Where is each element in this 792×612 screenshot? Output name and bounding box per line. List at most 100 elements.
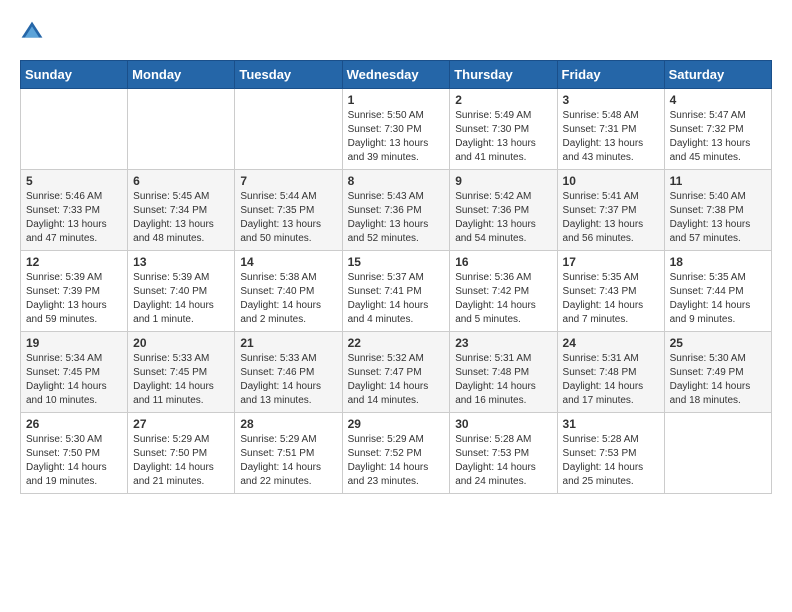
calendar-cell: 18 Sunrise: 5:35 AM Sunset: 7:44 PM Dayli… [664,251,771,332]
calendar-cell: 6 Sunrise: 5:45 AM Sunset: 7:34 PM Daylig… [128,170,235,251]
day-number: 19 [26,336,122,350]
day-info: Sunrise: 5:35 AM Sunset: 7:44 PM Dayligh… [670,271,766,327]
calendar-week-row: 26 Sunrise: 5:30 AM Sunset: 7:50 PM Dayli… [21,413,772,494]
day-number: 2 [455,93,551,107]
weekday-header: Thursday [450,61,557,89]
day-number: 1 [348,93,445,107]
day-info: Sunrise: 5:40 AM Sunset: 7:38 PM Dayligh… [670,190,766,246]
day-number: 27 [133,417,229,431]
day-info: Sunrise: 5:36 AM Sunset: 7:42 PM Dayligh… [455,271,551,327]
calendar-cell: 16 Sunrise: 5:36 AM Sunset: 7:42 PM Dayli… [450,251,557,332]
day-number: 26 [26,417,122,431]
calendar-cell: 11 Sunrise: 5:40 AM Sunset: 7:38 PM Dayli… [664,170,771,251]
day-info: Sunrise: 5:39 AM Sunset: 7:40 PM Dayligh… [133,271,229,327]
weekday-header: Friday [557,61,664,89]
weekday-header: Tuesday [235,61,342,89]
day-info: Sunrise: 5:37 AM Sunset: 7:41 PM Dayligh… [348,271,445,327]
day-info: Sunrise: 5:42 AM Sunset: 7:36 PM Dayligh… [455,190,551,246]
calendar-cell [664,413,771,494]
page-header [20,20,772,44]
calendar-week-row: 1 Sunrise: 5:50 AM Sunset: 7:30 PM Daylig… [21,89,772,170]
day-number: 29 [348,417,445,431]
calendar-cell [128,89,235,170]
calendar-week-row: 12Sunrise: 5:39 AM Sunset: 7:39 PM Dayli… [21,251,772,332]
calendar-cell: 7 Sunrise: 5:44 AM Sunset: 7:35 PM Daylig… [235,170,342,251]
calendar-cell: 5 Sunrise: 5:46 AM Sunset: 7:33 PM Daylig… [21,170,128,251]
calendar-cell: 3 Sunrise: 5:48 AM Sunset: 7:31 PM Daylig… [557,89,664,170]
day-number: 17 [563,255,659,269]
day-info: Sunrise: 5:29 AM Sunset: 7:51 PM Dayligh… [240,433,336,489]
logo-icon [20,20,44,44]
calendar-cell: 1 Sunrise: 5:50 AM Sunset: 7:30 PM Daylig… [342,89,450,170]
weekday-header: Wednesday [342,61,450,89]
day-number: 4 [670,93,766,107]
day-number: 7 [240,174,336,188]
day-info: Sunrise: 5:32 AM Sunset: 7:47 PM Dayligh… [348,352,445,408]
day-info: Sunrise: 5:45 AM Sunset: 7:34 PM Dayligh… [133,190,229,246]
calendar-cell: 10 Sunrise: 5:41 AM Sunset: 7:37 PM Dayli… [557,170,664,251]
day-info: Sunrise: 5:28 AM Sunset: 7:53 PM Dayligh… [563,433,659,489]
weekday-header: Monday [128,61,235,89]
day-info: Sunrise: 5:43 AM Sunset: 7:36 PM Dayligh… [348,190,445,246]
day-number: 18 [670,255,766,269]
day-number: 8 [348,174,445,188]
calendar-cell: 2 Sunrise: 5:49 AM Sunset: 7:30 PM Daylig… [450,89,557,170]
day-number: 24 [563,336,659,350]
calendar-cell: 24Sunrise: 5:31 AM Sunset: 7:48 PM Dayli… [557,332,664,413]
weekday-header: Sunday [21,61,128,89]
day-number: 13 [133,255,229,269]
day-number: 23 [455,336,551,350]
weekday-header: Saturday [664,61,771,89]
day-info: Sunrise: 5:31 AM Sunset: 7:48 PM Dayligh… [455,352,551,408]
day-info: Sunrise: 5:47 AM Sunset: 7:32 PM Dayligh… [670,109,766,165]
day-info: Sunrise: 5:30 AM Sunset: 7:50 PM Dayligh… [26,433,122,489]
day-number: 6 [133,174,229,188]
calendar-cell: 17 Sunrise: 5:35 AM Sunset: 7:43 PM Dayli… [557,251,664,332]
day-number: 10 [563,174,659,188]
day-number: 3 [563,93,659,107]
day-number: 25 [670,336,766,350]
day-info: Sunrise: 5:38 AM Sunset: 7:40 PM Dayligh… [240,271,336,327]
logo [20,20,48,44]
calendar-cell: 15 Sunrise: 5:37 AM Sunset: 7:41 PM Dayli… [342,251,450,332]
day-number: 11 [670,174,766,188]
calendar-cell [21,89,128,170]
calendar-cell: 29 Sunrise: 5:29 AM Sunset: 7:52 PM Dayli… [342,413,450,494]
day-info: Sunrise: 5:28 AM Sunset: 7:53 PM Dayligh… [455,433,551,489]
day-info: Sunrise: 5:33 AM Sunset: 7:45 PM Dayligh… [133,352,229,408]
day-number: 15 [348,255,445,269]
calendar-cell: 26 Sunrise: 5:30 AM Sunset: 7:50 PM Dayli… [21,413,128,494]
day-info: Sunrise: 5:50 AM Sunset: 7:30 PM Dayligh… [348,109,445,165]
calendar-week-row: 5 Sunrise: 5:46 AM Sunset: 7:33 PM Daylig… [21,170,772,251]
day-info: Sunrise: 5:34 AM Sunset: 7:45 PM Dayligh… [26,352,122,408]
day-number: 20 [133,336,229,350]
day-number: 28 [240,417,336,431]
day-info: Sunrise: 5:30 AM Sunset: 7:49 PM Dayligh… [670,352,766,408]
calendar-week-row: 19 Sunrise: 5:34 AM Sunset: 7:45 PM Dayli… [21,332,772,413]
day-info: Sunrise: 5:48 AM Sunset: 7:31 PM Dayligh… [563,109,659,165]
day-info: Sunrise: 5:46 AM Sunset: 7:33 PM Dayligh… [26,190,122,246]
day-number: 9 [455,174,551,188]
day-number: 16 [455,255,551,269]
day-info: Sunrise: 5:33 AM Sunset: 7:46 PM Dayligh… [240,352,336,408]
calendar-cell: 31Sunrise: 5:28 AM Sunset: 7:53 PM Dayli… [557,413,664,494]
day-info: Sunrise: 5:49 AM Sunset: 7:30 PM Dayligh… [455,109,551,165]
day-number: 5 [26,174,122,188]
day-number: 21 [240,336,336,350]
calendar-header-row: SundayMondayTuesdayWednesdayThursdayFrid… [21,61,772,89]
calendar-cell: 8 Sunrise: 5:43 AM Sunset: 7:36 PM Daylig… [342,170,450,251]
calendar: SundayMondayTuesdayWednesdayThursdayFrid… [20,60,772,494]
calendar-cell: 9 Sunrise: 5:42 AM Sunset: 7:36 PM Daylig… [450,170,557,251]
day-number: 30 [455,417,551,431]
day-info: Sunrise: 5:29 AM Sunset: 7:52 PM Dayligh… [348,433,445,489]
calendar-cell [235,89,342,170]
calendar-cell: 28 Sunrise: 5:29 AM Sunset: 7:51 PM Dayli… [235,413,342,494]
calendar-cell: 12Sunrise: 5:39 AM Sunset: 7:39 PM Dayli… [21,251,128,332]
day-info: Sunrise: 5:41 AM Sunset: 7:37 PM Dayligh… [563,190,659,246]
calendar-cell: 14Sunrise: 5:38 AM Sunset: 7:40 PM Dayli… [235,251,342,332]
calendar-cell: 20 Sunrise: 5:33 AM Sunset: 7:45 PM Dayli… [128,332,235,413]
day-info: Sunrise: 5:35 AM Sunset: 7:43 PM Dayligh… [563,271,659,327]
day-info: Sunrise: 5:44 AM Sunset: 7:35 PM Dayligh… [240,190,336,246]
calendar-cell: 19 Sunrise: 5:34 AM Sunset: 7:45 PM Dayli… [21,332,128,413]
calendar-cell: 30 Sunrise: 5:28 AM Sunset: 7:53 PM Dayli… [450,413,557,494]
